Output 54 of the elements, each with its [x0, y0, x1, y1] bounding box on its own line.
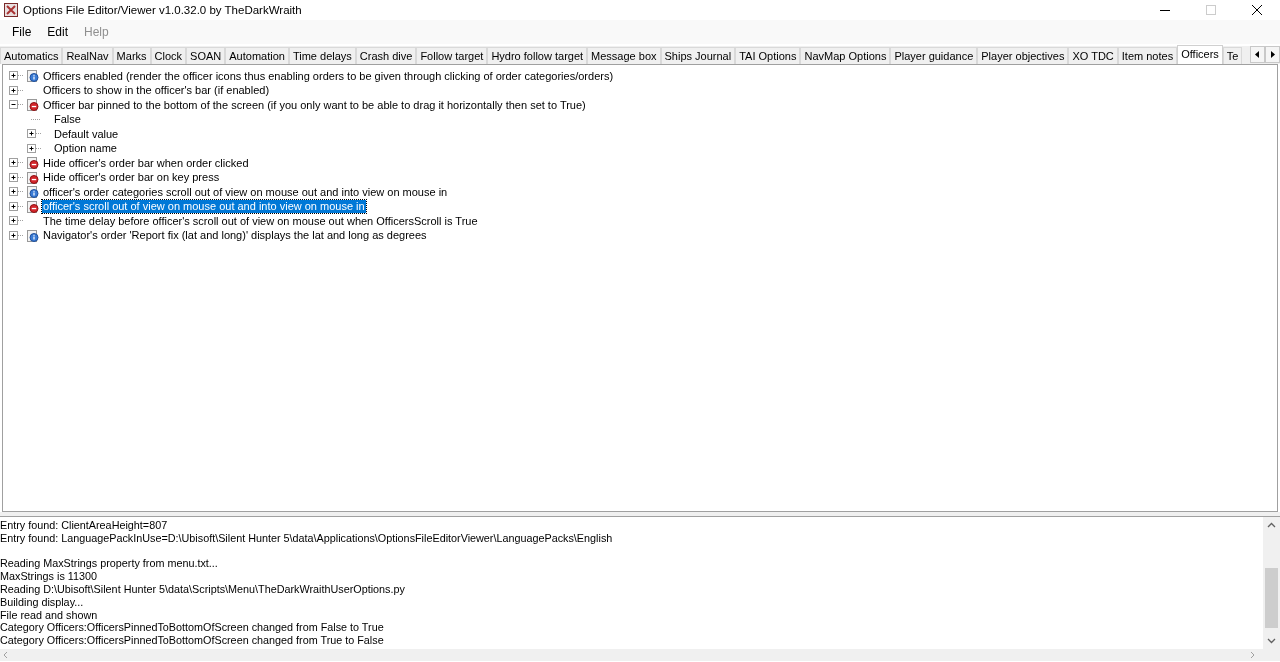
tab[interactable]: Follow target	[416, 47, 488, 64]
tree-item[interactable]: Hide officer's order bar on key press	[42, 171, 221, 185]
app-icon	[4, 3, 18, 17]
menu-item[interactable]: File	[4, 25, 40, 39]
tree-item[interactable]: Officers to show in the officer's bar (if enabled)	[42, 84, 271, 98]
vertical-scrollbar[interactable]	[1263, 517, 1280, 649]
log-line: Entry found: ClientAreaHeight=807	[0, 519, 169, 532]
tab[interactable]: TAI Options	[735, 47, 801, 64]
info-icon	[27, 186, 39, 199]
tree-item[interactable]: Navigator's order 'Report fix (lat and long)' displays the lat and long as degrees	[42, 229, 428, 243]
log-line: Reading D:\Ubisoft\Silent Hunter 5\data\Scripts\Menu\TheDarkWraithUserOptions.py	[0, 583, 406, 596]
tree-item[interactable]: False	[53, 113, 82, 127]
tab[interactable]: Item notes	[1117, 47, 1178, 64]
tree-item[interactable]: Officer bar pinned to the bottom of the screen (if you only want to be able to drag it horizontally then set to True)	[42, 98, 587, 112]
log-line: File read and shown	[0, 608, 99, 622]
tree-item[interactable]: officer's order categories scroll out of view on mouse out and into view on mouse in	[42, 185, 449, 199]
tab[interactable]: Automatics	[0, 47, 63, 64]
scroll-right-icon[interactable]	[1265, 46, 1280, 63]
log-line: MaxStrings is 11300	[0, 570, 99, 583]
menu-item[interactable]: Edit	[39, 25, 77, 39]
tree-item[interactable]: Default value	[53, 127, 120, 141]
tab[interactable]: Time delays	[288, 47, 356, 64]
tree-item[interactable]: Officers enabled (render the officer icons thus enabling orders to be given through clicking of order categories/orders)	[42, 69, 615, 83]
window-title: Options File Editor/Viewer v1.0.32.0 by TheDarkWraith	[23, 4, 302, 16]
tab[interactable]: Officers	[1177, 45, 1223, 64]
stop-icon	[27, 99, 39, 112]
tab[interactable]: Player guidance	[890, 47, 978, 64]
tab[interactable]: Ships Journal	[660, 47, 736, 64]
log-line: Category Officers:OfficersPinnedToBottomOfScreen changed from False to True	[0, 621, 385, 635]
stop-icon	[27, 200, 39, 213]
log-line: Building display...	[0, 595, 85, 609]
tab[interactable]: Clock	[150, 47, 187, 64]
tab[interactable]: Crash dive	[355, 47, 417, 64]
tab[interactable]: RealNav	[62, 47, 113, 64]
info-icon	[27, 229, 39, 242]
log-line: Entry found: LanguagePackInUse=D:\Ubisoft\Silent Hunter 5\data\Applications\OptionsFileEditorViewer\LanguagePacks\English	[0, 531, 614, 545]
tree-item[interactable]: The time delay before officer's scroll out of view on mouse out when OfficersScroll is True	[42, 214, 479, 228]
tab[interactable]: Message box	[587, 47, 661, 64]
tab[interactable]: Automation	[225, 47, 289, 64]
tree-item[interactable]: officer's scroll out of view on mouse out and into view on mouse in	[42, 200, 366, 214]
tab[interactable]: NavMap Options	[800, 47, 891, 64]
tab[interactable]: Player objectives	[977, 47, 1069, 64]
tree-item[interactable]: Option name	[53, 142, 118, 156]
log-line: Reading MaxStrings property from menu.txt...	[0, 557, 219, 571]
tree-item[interactable]: Hide officer's order bar when order clicked	[42, 156, 250, 170]
tab[interactable]: Marks	[112, 47, 151, 64]
tab[interactable]: Hydro follow target	[487, 47, 588, 64]
log-line: Category Officers:OfficersPinnedToBottomOfScreen changed from True to False	[0, 634, 385, 647]
scroll-left-icon[interactable]	[1250, 46, 1265, 63]
info-icon	[27, 70, 39, 83]
tab[interactable]: XO TDC	[1068, 47, 1118, 64]
stop-icon	[27, 157, 39, 170]
tab[interactable]: SOAN	[186, 47, 226, 64]
stop-icon	[27, 171, 39, 184]
